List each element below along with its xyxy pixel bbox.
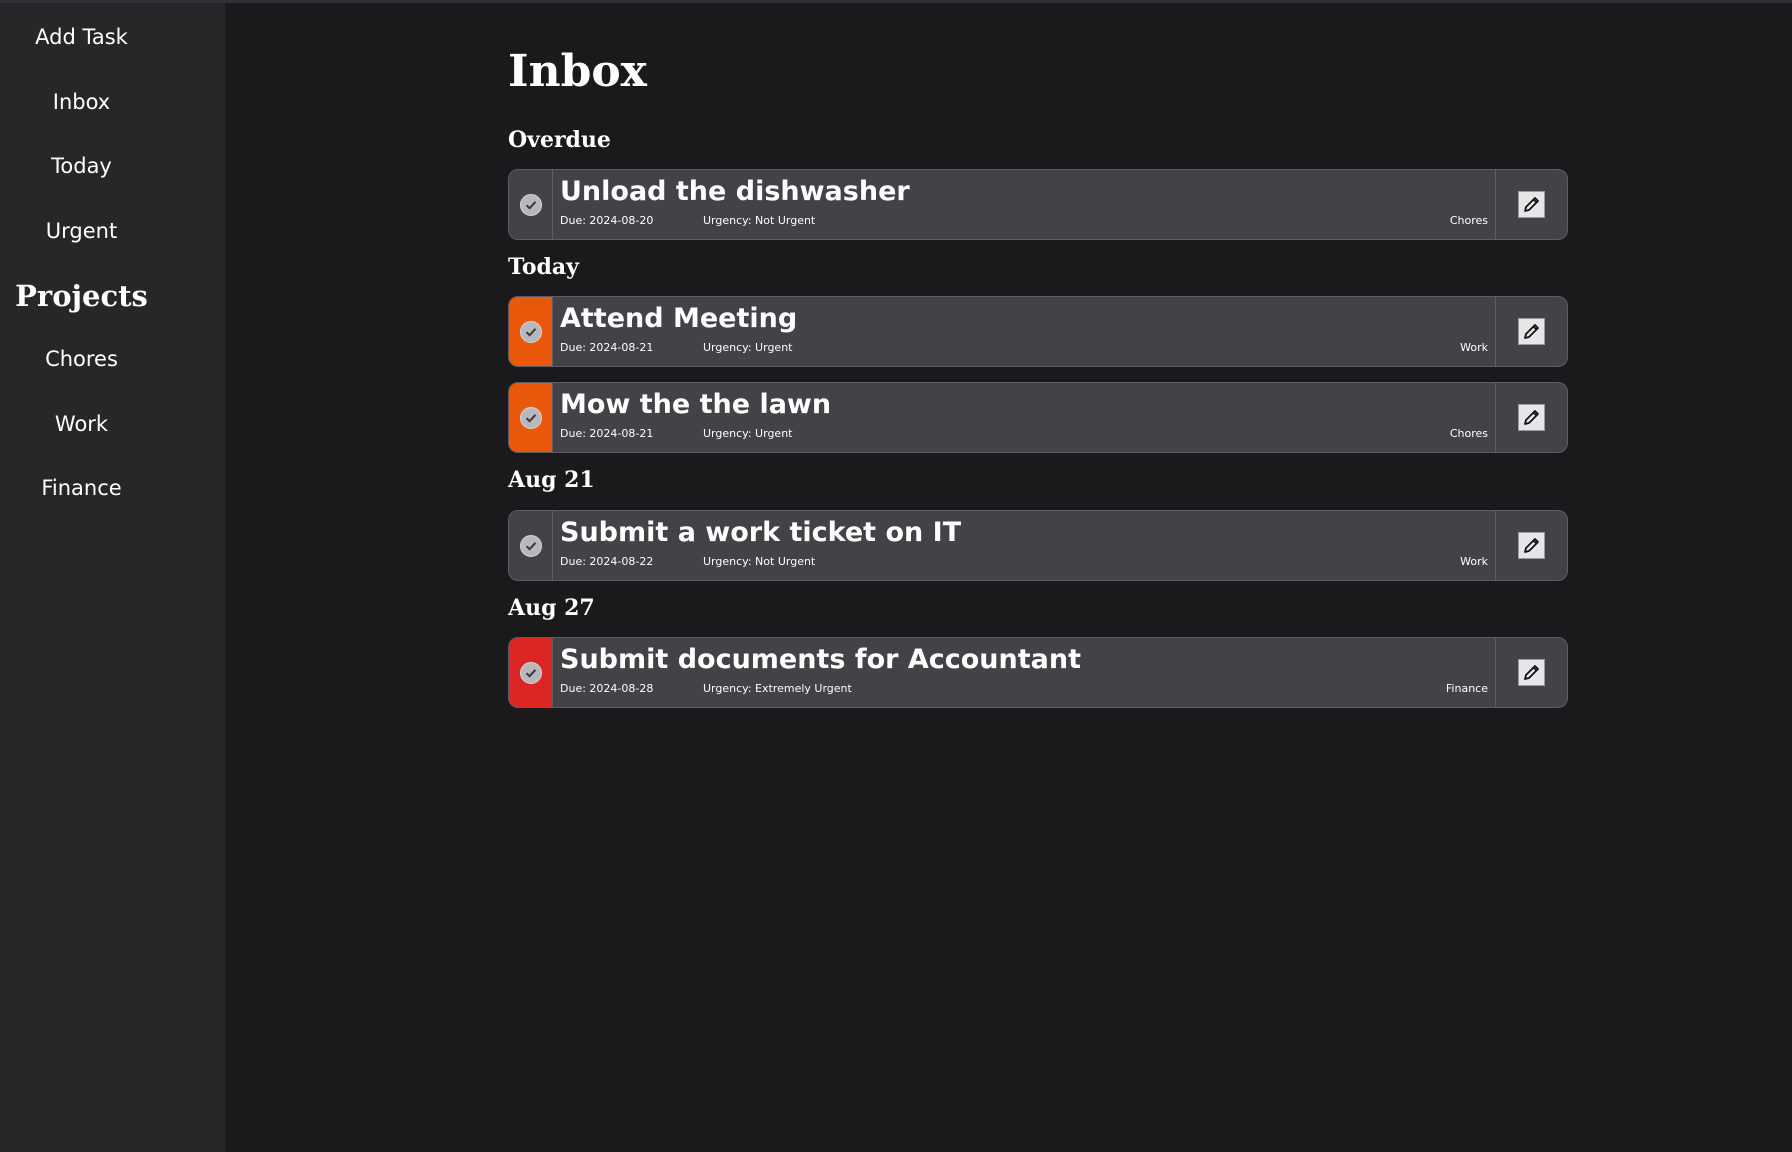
task-title: Submit a work ticket on IT xyxy=(560,517,962,548)
task-urgency: Urgency: Urgent xyxy=(703,427,793,440)
task-title: Mow the the lawn xyxy=(560,389,832,420)
task-project: Finance xyxy=(1445,682,1488,695)
check-circle-icon xyxy=(519,534,542,557)
task-title: Attend Meeting xyxy=(560,303,798,334)
edit-task-button[interactable] xyxy=(1495,383,1567,452)
sidebar-item-add-task[interactable]: Add Task xyxy=(0,25,163,49)
task-due-date: Due: 2024-08-21 xyxy=(560,341,654,354)
task-card: Unload the dishwasher Due: 2024-08-20 Ur… xyxy=(508,169,1568,240)
pencil-icon xyxy=(1518,318,1545,345)
task-card: Mow the the lawn Due: 2024-08-21 Urgency… xyxy=(508,382,1568,453)
task-title: Submit documents for Accountant xyxy=(560,644,1082,675)
sidebar-item-inbox[interactable]: Inbox xyxy=(0,90,163,114)
page-title: Inbox xyxy=(508,46,647,97)
edit-task-button[interactable] xyxy=(1495,511,1567,580)
task-urgency: Urgency: Not Urgent xyxy=(703,555,816,568)
section-heading-today: Today xyxy=(508,254,579,280)
edit-task-button[interactable] xyxy=(1495,170,1567,239)
task-card: Submit documents for Accountant Due: 202… xyxy=(508,637,1568,708)
task-title: Unload the dishwasher xyxy=(560,176,910,207)
sidebar-item-chores[interactable]: Chores xyxy=(0,347,163,371)
task-due-date: Due: 2024-08-22 xyxy=(560,555,654,568)
pencil-icon xyxy=(1518,191,1545,218)
task-project: Chores xyxy=(1449,214,1488,227)
complete-task-button[interactable] xyxy=(509,638,553,707)
task-urgency: Urgency: Extremely Urgent xyxy=(703,682,852,695)
complete-task-button[interactable] xyxy=(509,297,553,366)
task-due-date: Due: 2024-08-21 xyxy=(560,427,654,440)
task-card: Attend Meeting Due: 2024-08-21 Urgency: … xyxy=(508,296,1568,367)
task-project: Chores xyxy=(1449,427,1488,440)
task-due-date: Due: 2024-08-28 xyxy=(560,682,654,695)
task-due-date: Due: 2024-08-20 xyxy=(560,214,654,227)
edit-task-button[interactable] xyxy=(1495,297,1567,366)
sidebar-item-work[interactable]: Work xyxy=(0,412,163,436)
complete-task-button[interactable] xyxy=(509,511,553,580)
task-project: Work xyxy=(1460,555,1488,568)
pencil-icon xyxy=(1518,659,1545,686)
task-urgency: Urgency: Urgent xyxy=(703,341,793,354)
sidebar-item-urgent[interactable]: Urgent xyxy=(0,219,163,243)
section-heading-overdue: Overdue xyxy=(508,127,611,153)
check-circle-icon xyxy=(519,661,542,684)
section-heading-aug-21: Aug 21 xyxy=(508,467,595,493)
check-circle-icon xyxy=(519,320,542,343)
task-urgency: Urgency: Not Urgent xyxy=(703,214,816,227)
sidebar: Add Task Inbox Today Urgent Projects Cho… xyxy=(0,3,225,1152)
task-project: Work xyxy=(1460,341,1488,354)
complete-task-button[interactable] xyxy=(509,383,553,452)
pencil-icon xyxy=(1518,532,1545,559)
check-circle-icon xyxy=(519,193,542,216)
top-border xyxy=(0,0,1792,3)
pencil-icon xyxy=(1518,404,1545,431)
projects-heading: Projects xyxy=(15,279,148,313)
complete-task-button[interactable] xyxy=(509,170,553,239)
task-card: Submit a work ticket on IT Due: 2024-08-… xyxy=(508,510,1568,581)
edit-task-button[interactable] xyxy=(1495,638,1567,707)
section-heading-aug-27: Aug 27 xyxy=(508,595,595,621)
check-circle-icon xyxy=(519,406,542,429)
sidebar-item-finance[interactable]: Finance xyxy=(0,476,163,500)
sidebar-item-today[interactable]: Today xyxy=(0,154,163,178)
